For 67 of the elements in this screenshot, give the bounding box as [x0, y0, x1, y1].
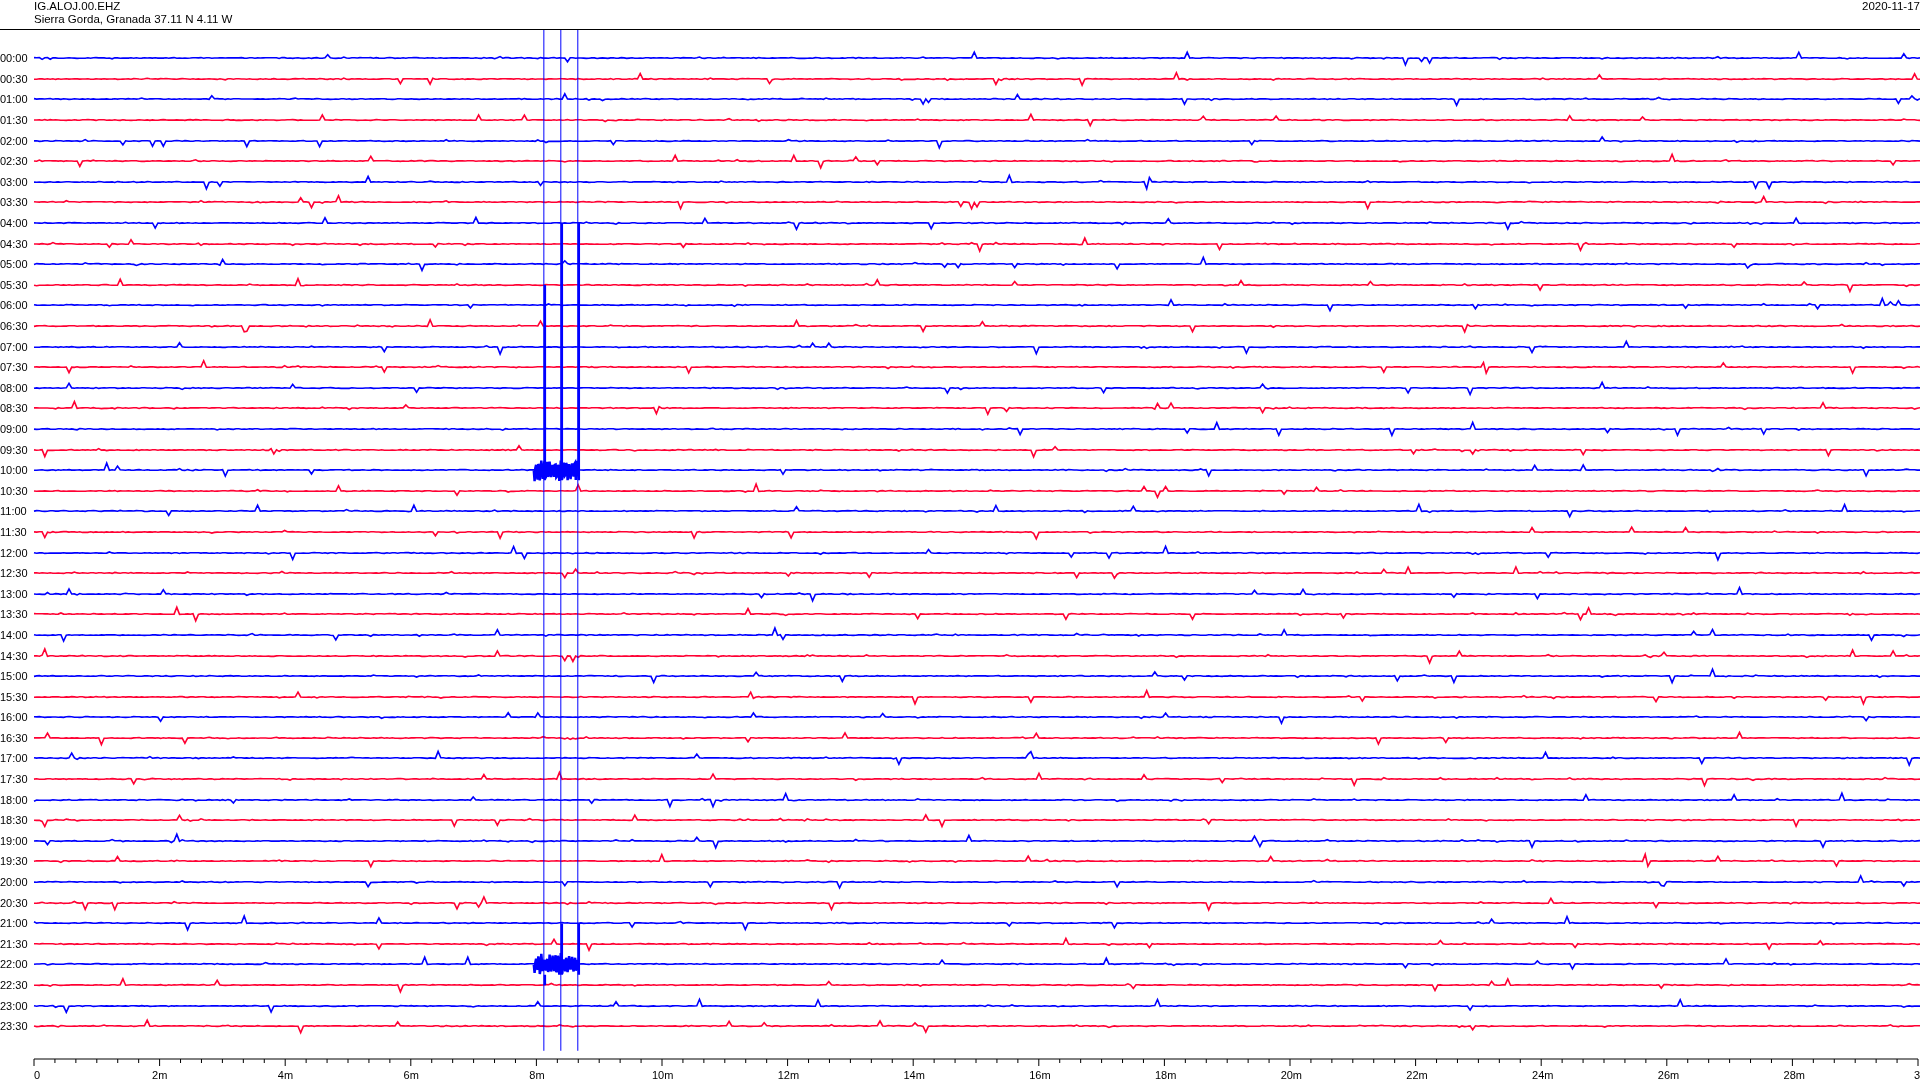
time-label: 07:00: [0, 340, 29, 353]
time-label: 05:30: [0, 278, 29, 291]
axis-tick-label: 28m: [1783, 1068, 1805, 1080]
time-label: 14:00: [0, 628, 29, 641]
time-label: 01:30: [0, 114, 29, 127]
time-label: 00:30: [0, 72, 29, 85]
time-label: 22:00: [0, 958, 29, 971]
time-label: 15:00: [0, 670, 29, 683]
time-label: 19:30: [0, 855, 29, 868]
time-label: 21:00: [0, 917, 29, 930]
axis-tick-label: 3: [1913, 1068, 1920, 1080]
time-label: 07:30: [0, 361, 29, 374]
time-label: 01:00: [0, 93, 29, 106]
time-label: 13:00: [0, 587, 29, 600]
time-label: 04:30: [0, 237, 29, 250]
time-label: 08:00: [0, 381, 29, 394]
axis-tick-label: 24m: [1532, 1068, 1554, 1080]
time-label: 11:30: [0, 525, 28, 538]
time-label: 17:00: [0, 752, 29, 765]
time-label: 08:30: [0, 402, 29, 415]
time-label: 00:00: [0, 52, 29, 65]
time-label: 06:30: [0, 320, 29, 332]
station-location: Sierra Gorda, Granada 37.11 N 4.11 W: [34, 13, 233, 26]
time-label: 20:30: [0, 896, 29, 909]
time-label: 18:00: [0, 793, 29, 806]
time-label: 23:00: [0, 999, 29, 1012]
time-label: 19:00: [0, 834, 29, 847]
time-label: 02:00: [0, 134, 29, 147]
time-label: 03:00: [0, 175, 29, 188]
axis-tick-label: 16m: [1029, 1068, 1051, 1080]
time-label: 12:00: [0, 546, 29, 559]
time-label: 11:00: [0, 505, 28, 518]
time-label: 17:30: [0, 773, 29, 786]
time-label: 23:30: [0, 1020, 29, 1033]
station-code: IG.ALOJ.00.EHZ: [34, 0, 122, 13]
time-label: 10:30: [0, 484, 29, 497]
time-label: 05:00: [0, 258, 29, 271]
time-label: 18:30: [0, 814, 29, 827]
time-label: 16:00: [0, 711, 29, 724]
axis-tick-label: 2m: [152, 1068, 168, 1080]
time-label: 10:00: [0, 464, 29, 477]
time-label: 14:30: [0, 649, 29, 662]
time-label: 09:30: [0, 443, 29, 456]
time-label: 02:30: [0, 155, 29, 168]
time-label: 20:00: [0, 876, 29, 889]
time-label: 16:30: [0, 731, 29, 744]
axis-tick-label: 6m: [403, 1068, 419, 1080]
axis-tick-label: 14m: [903, 1068, 925, 1080]
time-label: 06:00: [0, 299, 29, 312]
time-label: 13:30: [0, 608, 29, 621]
axis-tick-label: 10m: [651, 1068, 674, 1080]
time-label: 15:30: [0, 690, 29, 703]
axis-tick-label: 22m: [1406, 1068, 1428, 1080]
time-label: 09:00: [0, 423, 29, 435]
axis-tick-label: 12m: [777, 1068, 800, 1080]
time-label: 12:30: [0, 567, 29, 580]
time-label: 04:00: [0, 217, 29, 230]
axis-tick-label: 8m: [529, 1068, 545, 1080]
axis-tick-label: 0: [34, 1068, 41, 1080]
axis-tick-label: 20m: [1280, 1068, 1303, 1080]
time-label: 22:30: [0, 979, 29, 991]
time-label: 03:30: [0, 196, 29, 209]
axis-tick-label: 4m: [277, 1068, 294, 1080]
record-date: 2020-11-17: [1862, 0, 1920, 14]
axis-tick-label: 26m: [1657, 1068, 1680, 1080]
axis-tick-label: 18m: [1154, 1068, 1177, 1080]
time-label: 21:30: [0, 937, 29, 950]
